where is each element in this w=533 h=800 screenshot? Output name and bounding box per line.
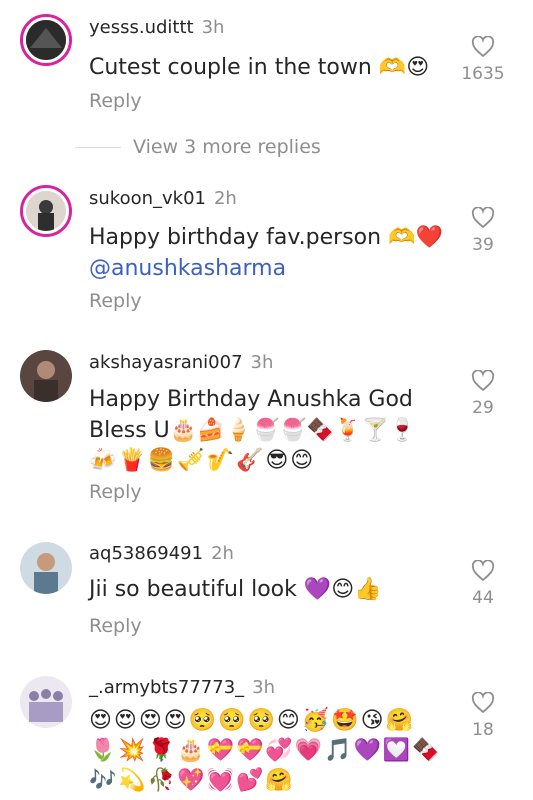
reply-button[interactable]: Reply	[89, 90, 142, 112]
reply-button[interactable]: Reply	[89, 290, 142, 312]
emoji-row: 🍻🍟🍔🎺🎷🎸😎😊	[89, 448, 316, 473]
username-text[interactable]: yesss.udittt	[89, 17, 194, 38]
like-count: 1635	[461, 64, 505, 84]
like-button[interactable]: 39	[453, 207, 513, 255]
heart-icon[interactable]	[471, 692, 495, 714]
emoji-row: 🌷💥🌹🎂💝💝💞💗🎵💜💟🍫	[89, 738, 442, 763]
avatar[interactable]	[20, 185, 72, 237]
like-button[interactable]: 1635	[453, 36, 513, 84]
timestamp: 2h	[211, 543, 234, 564]
comment-body: Happy birthday fav.person 🫶❤️	[89, 225, 443, 250]
like-count: 39	[472, 235, 494, 255]
divider	[75, 146, 121, 148]
username[interactable]: yesss.udittt 3h	[89, 17, 224, 38]
avatar[interactable]	[20, 542, 72, 594]
username[interactable]: _.armybts77773_ 3h	[89, 677, 275, 698]
emoji-row: 😍😍😍😍🥺🥺🥺😊🥳🤩😘🤗	[89, 708, 415, 733]
heart-icon[interactable]	[471, 207, 495, 229]
reply-button[interactable]: Reply	[89, 481, 142, 503]
reply-button[interactable]: Reply	[89, 615, 142, 637]
emoji-row: 🎶💫🥀💖💓💕🤗	[89, 768, 295, 793]
view-more-replies[interactable]: View 3 more replies	[75, 136, 321, 158]
heart-icon[interactable]	[471, 370, 495, 392]
avatar-image	[20, 350, 72, 402]
like-count: 18	[472, 720, 494, 740]
view-more-label[interactable]: View 3 more replies	[133, 136, 321, 158]
username-text[interactable]: sukoon_vk01	[89, 188, 206, 209]
comment-text: Jii so beautiful look 💜😊👍	[89, 577, 382, 602]
comment-text: 😍😍😍😍🥺🥺🥺😊🥳🤩😘🤗 🌷💥🌹🎂💝💝💞💗🎵💜💟🍫 🎶💫🥀💖💓💕🤗	[89, 706, 469, 796]
avatar-image	[20, 676, 72, 728]
username-text[interactable]: _.armybts77773_	[89, 677, 244, 698]
avatar[interactable]	[20, 14, 72, 66]
username[interactable]: akshayasrani007 3h	[89, 352, 273, 373]
like-button[interactable]: 29	[453, 370, 513, 418]
comment-text: Happy birthday fav.person 🫶❤️ @anushkash…	[89, 222, 469, 284]
heart-icon[interactable]	[471, 560, 495, 582]
like-count: 29	[472, 398, 494, 418]
avatar[interactable]	[20, 676, 72, 728]
username[interactable]: sukoon_vk01 2h	[89, 188, 237, 209]
avatar[interactable]	[20, 350, 72, 402]
like-button[interactable]: 18	[453, 692, 513, 740]
comment-body: Happy Birthday Anushka God Bless U🎂🍰🍦🍧🍧🍫…	[89, 387, 417, 443]
username[interactable]: aq53869491 2h	[89, 543, 234, 564]
username-text[interactable]: aq53869491	[89, 543, 203, 564]
like-count: 44	[472, 588, 494, 608]
comment-text: Cutest couple in the town 🫶😍	[89, 55, 430, 80]
timestamp: 3h	[252, 677, 276, 698]
avatar-image	[26, 20, 66, 60]
avatar-image	[26, 191, 66, 231]
avatar-image	[20, 542, 72, 594]
username-text[interactable]: akshayasrani007	[89, 352, 243, 373]
timestamp: 3h	[201, 17, 225, 38]
timestamp: 2h	[213, 188, 237, 209]
timestamp: 3h	[250, 352, 274, 373]
comment-text: Happy Birthday Anushka God Bless U🎂🍰🍦🍧🍧🍫…	[89, 384, 469, 476]
like-button[interactable]: 44	[453, 560, 513, 608]
mention-link[interactable]: @anushkasharma	[89, 253, 469, 284]
heart-icon[interactable]	[471, 36, 495, 58]
